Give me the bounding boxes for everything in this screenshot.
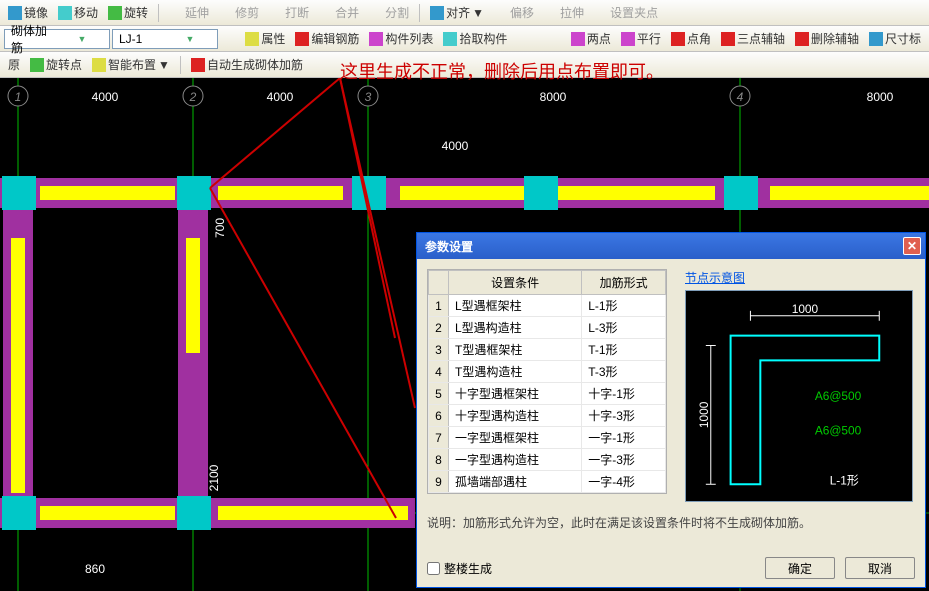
table-row[interactable]: 7一字型遇框架柱一字-1形 xyxy=(429,427,666,449)
pick-member-button[interactable]: 拾取构件 xyxy=(439,28,511,49)
member-dropdown[interactable]: LJ-1▼ xyxy=(112,29,218,49)
point-angle-button[interactable]: 点角 xyxy=(667,28,715,49)
move-icon xyxy=(58,6,72,20)
axis-label-3: 3 xyxy=(365,90,372,104)
svg-text:1000: 1000 xyxy=(792,302,819,316)
rotate-icon xyxy=(108,6,122,20)
twopoint-icon xyxy=(571,32,585,46)
align-button[interactable]: 对齐 ▼ xyxy=(426,2,488,23)
dim-icon xyxy=(869,32,883,46)
break-icon xyxy=(269,6,283,20)
parameter-dialog: 参数设置 ✕ 设置条件加筋形式 1L型遇框架柱L-1形2L型遇构造柱L-3形3T… xyxy=(416,232,926,588)
trim-icon xyxy=(219,6,233,20)
svg-text:4000: 4000 xyxy=(442,139,469,153)
dialog-description: 说明：加筋形式允许为空，此时在满足该设置条件时将不生成砌体加筋。 xyxy=(427,502,915,531)
break-button: 打断 xyxy=(265,2,313,23)
extend-button: 延伸 xyxy=(165,2,213,23)
toolbar-member: 砌体加筋▼ LJ-1▼ 属性 编辑钢筋 构件列表 拾取构件 两点 平行 点角 三… xyxy=(0,26,929,52)
checkbox-input[interactable] xyxy=(427,562,440,575)
offset-button: 偏移 xyxy=(490,2,538,23)
extend-icon xyxy=(169,6,183,20)
cancel-button[interactable]: 取消 xyxy=(845,557,915,579)
mirror-button[interactable]: 镜像 xyxy=(4,2,52,23)
parallel-icon xyxy=(621,32,635,46)
split-button: 分割 xyxy=(365,2,413,23)
svg-text:8000: 8000 xyxy=(867,90,894,104)
svg-text:860: 860 xyxy=(85,562,105,576)
svg-text:8000: 8000 xyxy=(540,90,567,104)
chevron-down-icon: ▼ xyxy=(165,34,215,44)
svg-text:2100: 2100 xyxy=(207,464,221,491)
table-row[interactable]: 8一字型遇构造柱一字-3形 xyxy=(429,449,666,471)
table-row[interactable]: 9孤墙端部遇柱一字-4形 xyxy=(429,471,666,493)
axis-label-1: 1 xyxy=(15,90,22,104)
grip-icon xyxy=(594,6,608,20)
table-row[interactable]: 1L型遇框架柱L-1形 xyxy=(429,295,666,317)
whole-floor-checkbox[interactable]: 整楼生成 xyxy=(427,560,492,577)
annotation-text: 这里生成不正常，删除后用点布置即可。 xyxy=(340,58,664,84)
setgrip-button: 设置夹点 xyxy=(590,2,662,23)
split-icon xyxy=(369,6,383,20)
toolbar-edit: 镜像 移动 旋转 延伸 修剪 打断 合并 分割 对齐 ▼ 偏移 拉伸 设置夹点 xyxy=(0,0,929,26)
svg-text:L-1形: L-1形 xyxy=(830,473,859,487)
member-list-button[interactable]: 构件列表 xyxy=(365,28,437,49)
dim-label-button[interactable]: 尺寸标 xyxy=(865,28,925,49)
col-type: 加筋形式 xyxy=(582,271,666,295)
svg-text:4000: 4000 xyxy=(267,90,294,104)
auto-gen-button[interactable]: 自动生成砌体加筋 xyxy=(187,54,307,75)
align-icon xyxy=(430,6,444,20)
dialog-titlebar[interactable]: 参数设置 ✕ xyxy=(417,233,925,259)
ok-button[interactable]: 确定 xyxy=(765,557,835,579)
svg-text:700: 700 xyxy=(213,218,227,238)
edit-rebar-button[interactable]: 编辑钢筋 xyxy=(291,28,363,49)
list-icon xyxy=(369,32,383,46)
table-row[interactable]: 3T型遇框架柱T-1形 xyxy=(429,339,666,361)
axis-label-2: 2 xyxy=(189,90,197,104)
rotate-button[interactable]: 旋转 xyxy=(104,2,152,23)
close-button[interactable]: ✕ xyxy=(903,237,921,255)
svg-text:A6@500: A6@500 xyxy=(815,424,862,438)
col-condition: 设置条件 xyxy=(449,271,582,295)
smart-place-button[interactable]: 智能布置 ▼ xyxy=(88,54,174,75)
dialog-title: 参数设置 xyxy=(425,238,473,255)
origin-button[interactable]: 原 xyxy=(4,54,24,75)
auto-icon xyxy=(191,58,205,72)
trim-button: 修剪 xyxy=(215,2,263,23)
preview-label: 节点示意图 xyxy=(685,271,745,285)
stretch-button: 拉伸 xyxy=(540,2,588,23)
mirror-icon xyxy=(8,6,22,20)
close-icon: ✕ xyxy=(907,239,917,253)
preview-canvas: 1000 1000 A6@500 A6@500 L-1形 xyxy=(685,290,913,502)
table-row[interactable]: 5十字型遇框架柱十字-1形 xyxy=(429,383,666,405)
threept-icon xyxy=(721,32,735,46)
del-aux-button[interactable]: 删除辅轴 xyxy=(791,28,863,49)
join-icon xyxy=(319,6,333,20)
three-pt-aux-button[interactable]: 三点辅轴 xyxy=(717,28,789,49)
table-row[interactable]: 6十字型遇构造柱十字-3形 xyxy=(429,405,666,427)
svg-text:A6@500: A6@500 xyxy=(815,389,862,403)
parallel-button[interactable]: 平行 xyxy=(617,28,665,49)
axis-label-4: 4 xyxy=(737,90,744,104)
rot-point-button[interactable]: 旋转点 xyxy=(26,54,86,75)
attrib-icon xyxy=(245,32,259,46)
pick-icon xyxy=(443,32,457,46)
angle-icon xyxy=(671,32,685,46)
offset-icon xyxy=(494,6,508,20)
delaux-icon xyxy=(795,32,809,46)
svg-text:4000: 4000 xyxy=(92,90,119,104)
join-button: 合并 xyxy=(315,2,363,23)
table-row[interactable]: 4T型遇构造柱T-3形 xyxy=(429,361,666,383)
table-row[interactable]: 2L型遇构造柱L-3形 xyxy=(429,317,666,339)
move-button[interactable]: 移动 xyxy=(54,2,102,23)
parameter-table[interactable]: 设置条件加筋形式 1L型遇框架柱L-1形2L型遇构造柱L-3形3T型遇框架柱T-… xyxy=(427,269,667,494)
smart-icon xyxy=(92,58,106,72)
attrib-button[interactable]: 属性 xyxy=(241,28,289,49)
stretch-icon xyxy=(544,6,558,20)
two-point-button[interactable]: 两点 xyxy=(567,28,615,49)
rotpt-icon xyxy=(30,58,44,72)
category-dropdown[interactable]: 砌体加筋▼ xyxy=(4,29,110,49)
rebar-icon xyxy=(295,32,309,46)
svg-text:1000: 1000 xyxy=(697,401,711,428)
chevron-down-icon: ▼ xyxy=(57,34,107,44)
